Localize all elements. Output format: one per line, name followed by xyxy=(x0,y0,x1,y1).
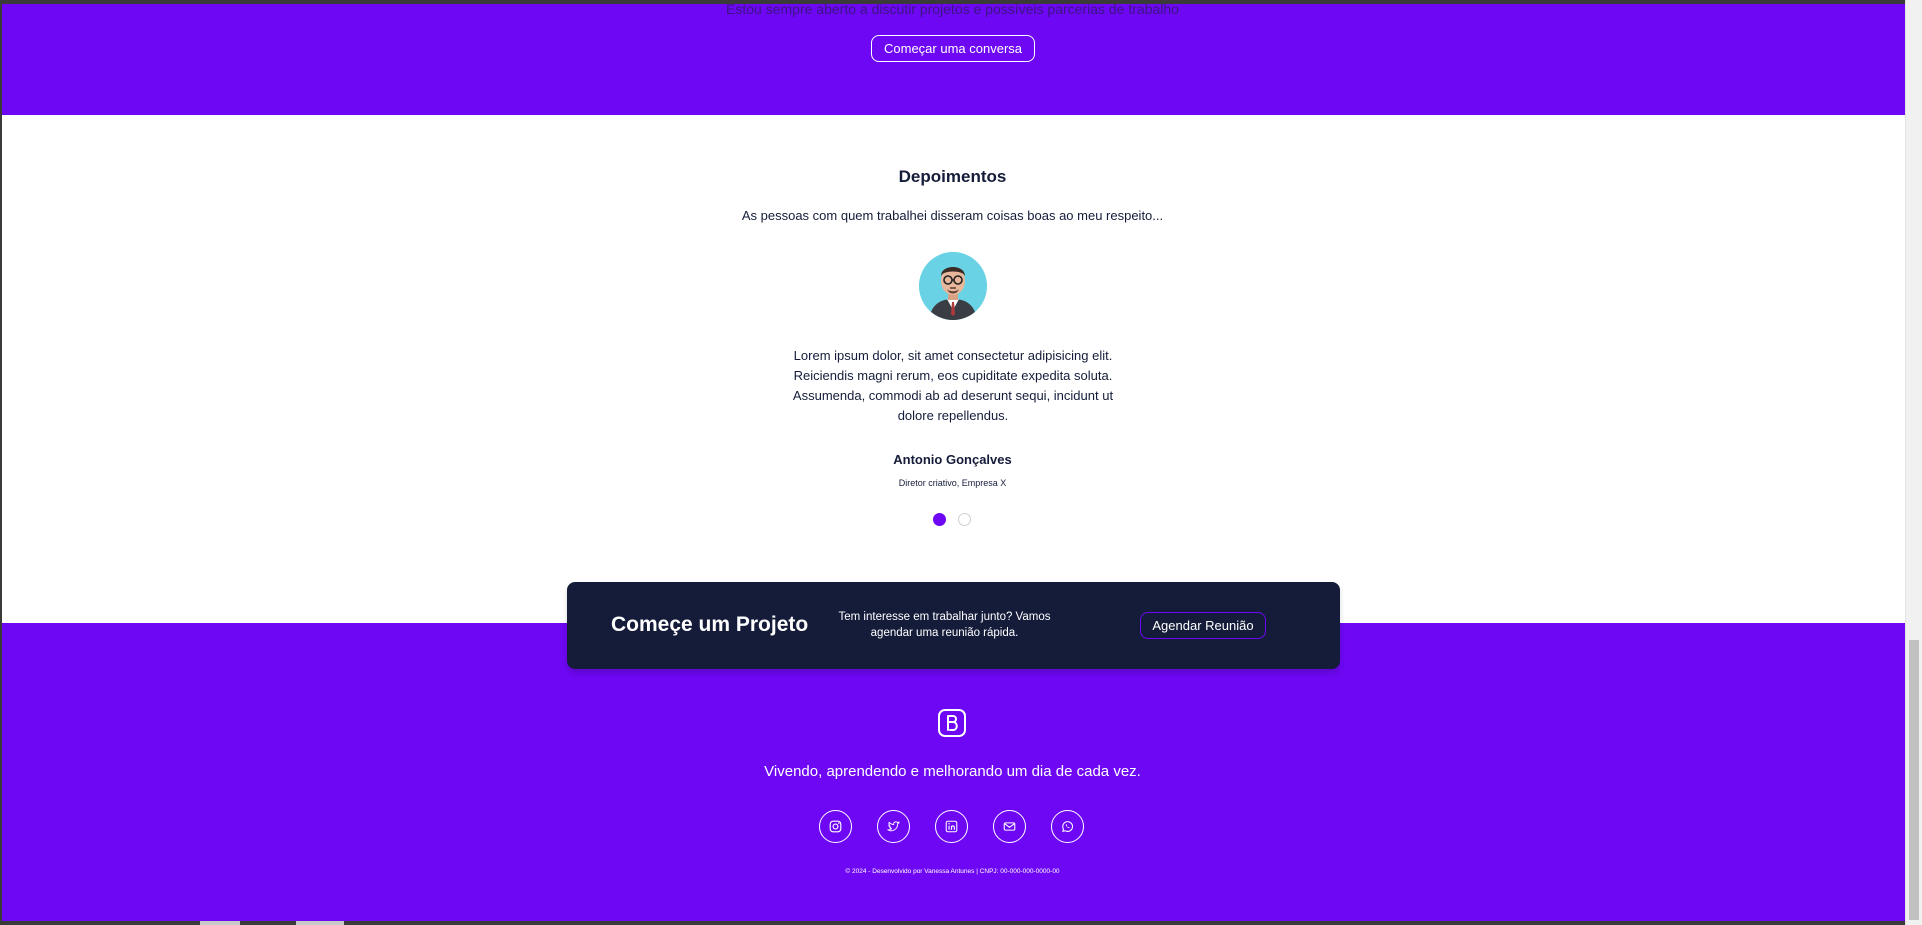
window-bottom-border xyxy=(0,921,1905,925)
taskbar-tab[interactable] xyxy=(296,921,344,925)
vertical-scrollbar[interactable] xyxy=(1905,0,1922,925)
contact-hero-section: Estou sempre aberto a discutir projetos … xyxy=(0,1,1905,115)
social-links xyxy=(819,810,1084,843)
taskbar-tab[interactable] xyxy=(200,921,240,925)
twitter-icon xyxy=(887,821,900,832)
avatar xyxy=(919,252,987,320)
twitter-link[interactable] xyxy=(877,810,910,843)
linkedin-link[interactable] xyxy=(935,810,968,843)
start-project-banner: Começe um Projeto Tem interesse em traba… xyxy=(567,582,1340,669)
whatsapp-icon xyxy=(1062,821,1074,832)
carousel-dot-2[interactable] xyxy=(958,513,971,526)
window-left-border xyxy=(0,0,2,925)
cta-title: Começe um Projeto xyxy=(611,613,809,636)
linkedin-icon xyxy=(945,820,958,833)
avatar-illustration xyxy=(919,252,987,320)
copyright-text: © 2024 - Desenvolvido por Vanessa Antune… xyxy=(845,868,1060,875)
schedule-meeting-button[interactable]: Agendar Reunião xyxy=(1140,612,1266,639)
cta-text: Tem interesse em trabalhar junto? Vamos … xyxy=(838,611,1051,639)
logo-icon[interactable] xyxy=(937,708,967,738)
testimonial-author-name: Antonio Gonçalves xyxy=(893,452,1012,467)
page-content: Estou sempre aberto a discutir projetos … xyxy=(0,0,1905,925)
testimonial-quote: Lorem ipsum dolor, sit amet consectetur … xyxy=(792,348,1114,423)
start-conversation-button[interactable]: Começar uma conversa xyxy=(871,35,1035,62)
window-top-border xyxy=(0,0,1922,4)
instagram-link[interactable] xyxy=(819,810,852,843)
carousel-dot-1[interactable] xyxy=(933,513,946,526)
footer-tagline: Vivendo, aprendendo e melhorando um dia … xyxy=(764,763,1141,780)
testimonial-author-role: Diretor criativo, Empresa X xyxy=(898,478,1007,488)
email-link[interactable] xyxy=(993,810,1026,843)
whatsapp-link[interactable] xyxy=(1051,810,1084,843)
scrollbar-thumb[interactable] xyxy=(1909,640,1919,920)
testimonials-section: Depoimentos As pessoas com quem trabalhe… xyxy=(0,115,1905,623)
page: Estou sempre aberto a discutir projetos … xyxy=(0,0,1922,925)
testimonials-subtitle: As pessoas com quem trabalhei disseram c… xyxy=(741,208,1164,223)
instagram-icon xyxy=(829,820,842,833)
mail-icon xyxy=(1003,822,1016,831)
carousel-pagination xyxy=(933,513,971,526)
testimonials-title: Depoimentos xyxy=(898,167,1007,186)
